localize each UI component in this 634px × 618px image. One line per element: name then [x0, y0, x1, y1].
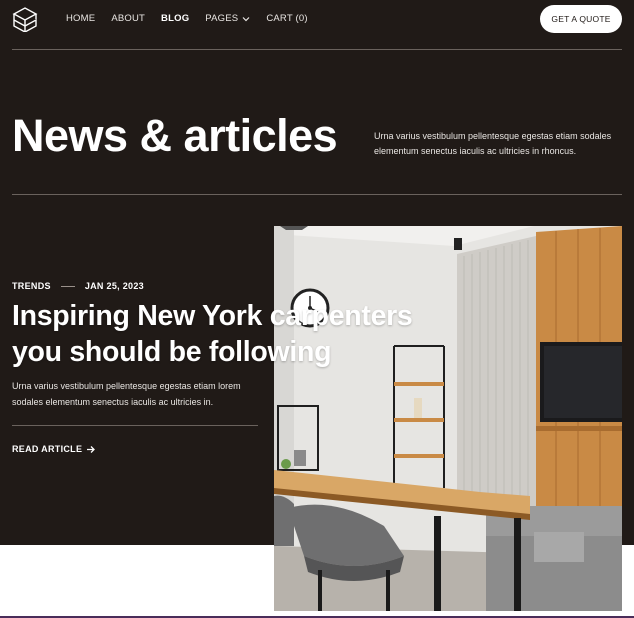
nav-pages-label: PAGES — [205, 13, 239, 24]
chevron-down-icon — [242, 17, 250, 22]
nav-home[interactable]: HOME — [66, 13, 95, 25]
page-intro: Urna varius vestibulum pellentesque eges… — [374, 131, 612, 156]
featured-article-image[interactable] — [274, 226, 622, 611]
article-category[interactable]: TRENDS — [12, 281, 51, 291]
article-date: JAN 25, 2023 — [84, 281, 144, 291]
logo-icon[interactable] — [12, 6, 38, 32]
nav-blog[interactable]: BLOG — [161, 13, 189, 25]
nav-cart[interactable]: CART (0) — [266, 13, 307, 25]
read-article-link[interactable]: READ ARTICLE — [12, 444, 96, 454]
meta-separator — [60, 285, 75, 287]
article-divider — [12, 425, 258, 426]
heading-divider — [12, 194, 622, 195]
read-article-label: READ ARTICLE — [12, 444, 83, 454]
article-headline[interactable]: Inspiring New York carpenters you should… — [12, 298, 452, 370]
article-meta: TRENDS JAN 25, 2023 — [12, 281, 144, 291]
get-a-quote-button[interactable]: GET A QUOTE — [540, 5, 622, 33]
header-divider — [12, 49, 622, 50]
main-nav: HOME ABOUT BLOG PAGES CART (0) — [66, 13, 324, 25]
arrow-right-icon — [87, 445, 96, 453]
page-title: News & articles — [12, 110, 338, 161]
nav-about[interactable]: ABOUT — [111, 13, 145, 25]
nav-pages[interactable]: PAGES — [205, 13, 250, 25]
article-excerpt: Urna varius vestibulum pellentesque eges… — [12, 381, 241, 407]
interior-photo-illustration — [274, 226, 622, 611]
